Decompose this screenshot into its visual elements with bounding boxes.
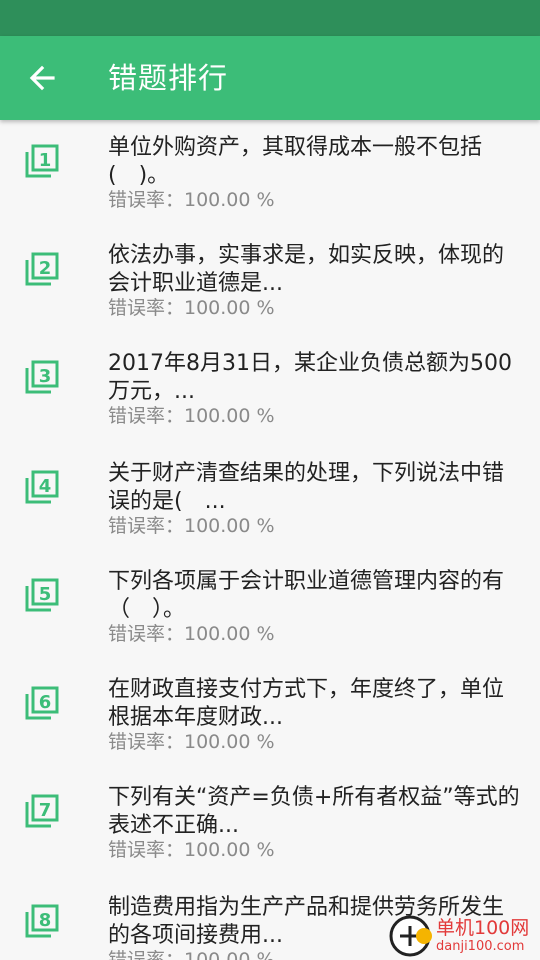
rank-number: 6 <box>39 692 52 713</box>
rank-number: 4 <box>39 476 52 497</box>
status-bar <box>0 0 540 36</box>
app-bar: 错题排行 <box>0 36 540 120</box>
rank-4-icon: 4 <box>25 470 59 504</box>
rank-number: 7 <box>39 800 52 821</box>
error-rate: 错误率：100.00 % <box>108 623 275 645</box>
list-item[interactable]: 6 在财政直接支付方式下，年度终了，单位根据本年度财政... 错误率：100.00 … <box>0 662 540 770</box>
list-item[interactable]: 7 下列有关“资产=负债+所有者权益”等式的表述不正确... 错误率：100.00 … <box>0 770 540 878</box>
question-text: 关于财产清查结果的处理，下列说法中错误的是( ... <box>108 461 505 514</box>
error-rate: 错误率：100.00 % <box>108 405 275 427</box>
watermark-logo <box>388 914 432 958</box>
rank-2-icon: 2 <box>25 252 59 286</box>
rank-6-icon: 6 <box>25 686 59 720</box>
question-text: 单位外购资产，其取得成本一般不包括( )。 <box>108 135 483 188</box>
rank-8-icon: 8 <box>25 904 59 938</box>
rank-number: 5 <box>39 584 52 605</box>
list-item[interactable]: 5 下列各项属于会计职业道德管理内容的有（ ）。 错误率：100.00 % <box>0 554 540 662</box>
error-rate: 错误率：100.00 % <box>108 189 275 211</box>
page-title: 错题排行 <box>108 61 229 95</box>
rank-5-icon: 5 <box>25 578 59 612</box>
error-rate: 错误率：100.00 % <box>108 297 275 319</box>
list-item[interactable]: 2 依法办事，实事求是，如实反映，体现的会计职业道德是... 错误率：100.00 … <box>0 228 540 336</box>
question-text: 下列有关“资产=负债+所有者权益”等式的表述不正确... <box>108 785 520 838</box>
rank-1-icon: 1 <box>25 144 59 178</box>
watermark: 单机100网 danji100.com <box>388 912 540 960</box>
watermark-url: danji100.com <box>436 939 525 954</box>
question-text: 依法办事，实事求是，如实反映，体现的会计职业道德是... <box>108 243 505 296</box>
question-text: 下列各项属于会计职业道德管理内容的有（ ）。 <box>108 569 505 622</box>
error-rate: 错误率：100.00 % <box>108 949 275 960</box>
list-item[interactable]: 4 关于财产清查结果的处理，下列说法中错误的是( ... 错误率：100.00 % <box>0 446 540 554</box>
list-item[interactable]: 1 单位外购资产，其取得成本一般不包括( )。 错误率：100.00 % <box>0 120 540 228</box>
list-item[interactable]: 3 2017年8月31日，某企业负债总额为500万元，... 错误率：100.00 … <box>0 336 540 444</box>
rank-3-icon: 3 <box>25 360 59 394</box>
error-rate: 错误率：100.00 % <box>108 515 275 537</box>
error-rate: 错误率：100.00 % <box>108 731 275 753</box>
rank-7-icon: 7 <box>25 794 59 828</box>
arrow-left-icon <box>29 65 55 91</box>
question-text: 2017年8月31日，某企业负债总额为500万元，... <box>108 351 512 404</box>
back-button[interactable] <box>22 56 62 100</box>
question-text: 在财政直接支付方式下，年度终了，单位根据本年度财政... <box>108 677 505 730</box>
rank-number: 3 <box>39 366 52 387</box>
rank-number: 8 <box>39 910 52 931</box>
rank-number: 2 <box>39 258 52 279</box>
wrong-question-list[interactable]: 1 单位外购资产，其取得成本一般不包括( )。 错误率：100.00 % 2 依法办事，… <box>0 120 540 960</box>
rank-number: 1 <box>39 150 52 171</box>
watermark-name: 单机100网 <box>436 917 530 939</box>
error-rate: 错误率：100.00 % <box>108 839 275 861</box>
